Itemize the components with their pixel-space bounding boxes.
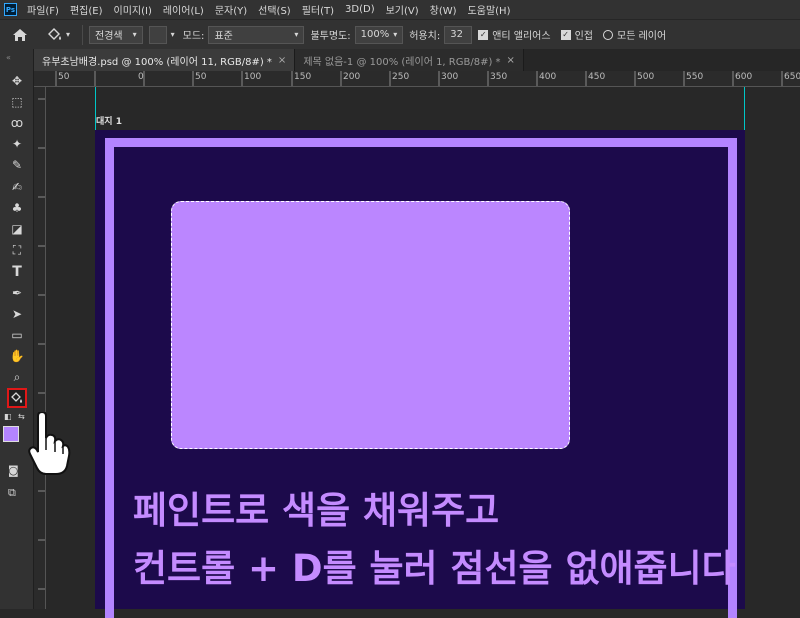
- ruler-tick-label: 200: [343, 72, 361, 82]
- quick-mask-icon[interactable]: ◙: [8, 464, 19, 477]
- ruler-tick-label: 500: [637, 72, 655, 82]
- photoshop-logo: Ps: [4, 3, 17, 16]
- screen-mode-icon[interactable]: ⧉: [8, 486, 16, 500]
- chevron-down-icon: ▾: [393, 30, 398, 39]
- brush-icon[interactable]: ✍: [7, 177, 27, 197]
- ruler-tick-label: 650: [784, 72, 800, 82]
- ruler-tick-label: 150: [294, 72, 312, 82]
- ruler-tick-label: 250: [392, 72, 410, 82]
- close-icon[interactable]: ×: [278, 55, 286, 66]
- contiguous-label: 인접: [574, 31, 593, 42]
- home-icon[interactable]: [12, 28, 28, 42]
- fill-source-select[interactable]: 전경색 ▾: [89, 25, 143, 44]
- document-tabs: 유부초남배경.psd @ 100% (레이어 11, RGB/8#) * × 제…: [34, 49, 800, 71]
- options-bar: ▾ 전경색 ▾ ▾ 모드: 표준 ▾ 불투명도: 100% ▾ 허용치: 32 ✓ 앤…: [0, 19, 800, 49]
- default-colors-icon[interactable]: ◧: [4, 412, 12, 421]
- menu-view[interactable]: 보기(V): [386, 2, 419, 17]
- menu-3d[interactable]: 3D(D): [345, 4, 375, 15]
- menu-window[interactable]: 창(W): [430, 2, 457, 17]
- artboard-canvas[interactable]: 페인트로 색을 채워주고 컨트롤 + D를 눌러 점선을 없애줍니다: [95, 130, 745, 618]
- ruler-tick-label: 300: [441, 72, 459, 82]
- gradient-icon[interactable]: ⛶: [7, 240, 27, 260]
- antialias-label: 앤티 앨리어스: [492, 31, 551, 42]
- caption-line-1: 페인트로 색을 채워주고: [133, 489, 500, 532]
- all-layers-checkbox[interactable]: [603, 29, 613, 40]
- tab-document-2[interactable]: 제목 없음-1 @ 100% (레이어 1, RGB/8#) * ×: [295, 49, 524, 71]
- eraser-icon[interactable]: ◪: [7, 219, 27, 239]
- ruler-tick-label: 100: [244, 72, 262, 82]
- tab-label: 제목 없음-1 @ 100% (레이어 1, RGB/8#) *: [303, 56, 501, 68]
- antialias-checkbox[interactable]: ✓: [478, 29, 489, 40]
- vertical-ruler: [34, 87, 46, 609]
- mode-label: 모드:: [182, 31, 205, 42]
- opacity-label: 불투명도:: [310, 31, 351, 42]
- ruler-tick-label: 400: [539, 72, 557, 82]
- menu-help[interactable]: 도움말(H): [468, 2, 511, 17]
- menu-filter[interactable]: 필터(T): [302, 2, 334, 17]
- collapse-chevron-icon[interactable]: «: [6, 53, 11, 62]
- ruler-tick-label: 600: [735, 72, 753, 82]
- pointing-hand-icon: [28, 412, 71, 475]
- mode-select[interactable]: 표준 ▾: [208, 25, 305, 44]
- zoom-icon[interactable]: ⌕: [7, 367, 27, 387]
- menu-type[interactable]: 문자(Y): [215, 2, 247, 17]
- eyedropper-icon[interactable]: ✎: [7, 155, 27, 175]
- ruler-tick-label: 0: [138, 72, 144, 82]
- ruler-ticks: [38, 98, 45, 590]
- all-layers-label: 모든 레이어: [617, 31, 667, 42]
- swap-colors-icon[interactable]: ⇆: [18, 412, 25, 421]
- menu-image[interactable]: 이미지(I): [114, 2, 152, 17]
- type-icon[interactable]: T: [7, 262, 27, 282]
- paint-bucket-icon[interactable]: [7, 388, 27, 408]
- menu-file[interactable]: 파일(F): [27, 2, 59, 17]
- move-icon[interactable]: ✥: [7, 71, 27, 91]
- ruler-tick-label: 50: [58, 72, 70, 82]
- lasso-icon[interactable]: ꝏ: [7, 113, 27, 133]
- ruler-tick-label: 350: [490, 72, 508, 82]
- hand-icon[interactable]: ✋: [7, 346, 27, 366]
- ruler-tick-label: 50: [195, 72, 207, 82]
- pen-icon[interactable]: ✒: [7, 283, 27, 303]
- tolerance-value: 32: [450, 29, 463, 40]
- fill-source-value: 전경색: [95, 31, 123, 42]
- tool-preset-chevron-icon[interactable]: ▾: [66, 30, 70, 39]
- pattern-picker[interactable]: [148, 25, 167, 44]
- ruler-tick-label: 450: [588, 72, 606, 82]
- chevron-down-icon: ▾: [132, 30, 137, 39]
- mode-value: 표준: [214, 31, 233, 42]
- tab-document-1[interactable]: 유부초남배경.psd @ 100% (레이어 11, RGB/8#) * ×: [34, 49, 296, 71]
- stamp-icon[interactable]: ♣: [7, 198, 27, 218]
- tools-panel: « ✥ ⬚ ꝏ ✦ ✎ ✍ ♣ ◪ ⛶ T ✒ ➤ ▭ ✋ ⌕ ◧ ⇆ ◙ ⧉: [0, 49, 34, 609]
- tab-label: 유부초남배경.psd @ 100% (레이어 11, RGB/8#) *: [42, 56, 272, 68]
- foreground-color-swatch[interactable]: [3, 426, 19, 442]
- paint-bucket-tool-icon[interactable]: [46, 27, 64, 43]
- horizontal-ruler: 50 0 50 100 150 200 250 300 350 400 450 …: [34, 71, 800, 87]
- menu-edit[interactable]: 편집(E): [70, 2, 103, 17]
- magic-wand-icon[interactable]: ✦: [7, 134, 27, 154]
- close-icon[interactable]: ×: [507, 55, 515, 66]
- menu-bar: Ps 파일(F) 편집(E) 이미지(I) 레이어(L) 문자(Y) 선택(S)…: [0, 0, 800, 19]
- chevron-down-icon[interactable]: ▾: [171, 30, 175, 39]
- menu-select[interactable]: 선택(S): [258, 2, 291, 17]
- ruler-tick-label: 550: [686, 72, 704, 82]
- rectangle-icon[interactable]: ▭: [7, 325, 27, 345]
- marquee-icon[interactable]: ⬚: [7, 92, 27, 112]
- opacity-input[interactable]: 100% ▾: [354, 25, 404, 44]
- artboard-label[interactable]: 대지 1: [96, 114, 122, 127]
- tolerance-label: 허용치:: [409, 31, 441, 42]
- path-select-icon[interactable]: ➤: [7, 304, 27, 324]
- opacity-value: 100%: [360, 29, 390, 40]
- contiguous-checkbox[interactable]: ✓: [560, 29, 571, 40]
- filled-selection[interactable]: [171, 201, 570, 449]
- separator: [82, 24, 84, 45]
- caption-line-2: 컨트롤 + D를 눌러 점선을 없애줍니다: [133, 547, 736, 590]
- chevron-down-icon: ▾: [294, 30, 299, 39]
- menu-layer[interactable]: 레이어(L): [163, 2, 204, 17]
- tolerance-input[interactable]: 32: [444, 25, 473, 44]
